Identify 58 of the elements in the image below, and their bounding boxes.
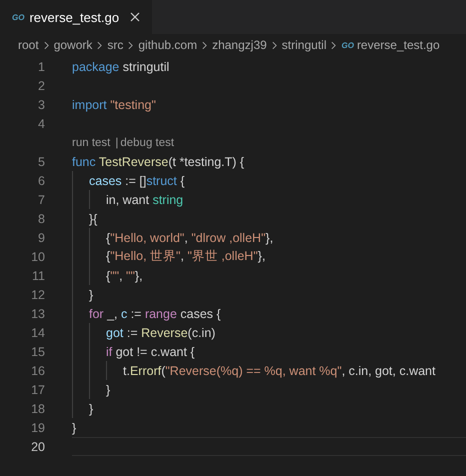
line-number: 19	[30, 420, 45, 434]
code-line: }{	[89, 212, 98, 226]
code-line: }	[72, 420, 76, 434]
line-number: 1	[37, 60, 45, 74]
line-number: 12	[30, 288, 45, 302]
code-line: }	[89, 288, 94, 302]
line-number: 17	[30, 382, 45, 396]
breadcrumb-item[interactable]: gowork	[54, 38, 92, 52]
codelens-link[interactable]: run test	[72, 136, 110, 148]
chevron-icon	[272, 40, 277, 50]
line-number: 5	[37, 154, 45, 168]
line-number: 20	[30, 440, 45, 454]
line-number: 8	[37, 212, 45, 226]
code-line: }	[106, 382, 110, 396]
code-line: {"Hello, 世界", "界世 ,olleH"},	[106, 248, 266, 265]
code-line: {"", ""},	[106, 268, 143, 282]
go-file-icon: GO	[341, 40, 354, 50]
breadcrumb-item[interactable]: reverse_test.go	[356, 38, 440, 52]
code-line: }	[89, 402, 94, 416]
code-line: if got != c.want {	[106, 344, 195, 358]
line-number: 11	[31, 268, 45, 282]
line-number: 13	[30, 306, 45, 320]
line-number: 14	[30, 326, 45, 340]
code-line: for _, c := range cases {	[89, 306, 221, 320]
breadcrumb-item[interactable]: zhangzj39	[212, 38, 267, 52]
line-number: 16	[30, 364, 45, 378]
chevron-icon	[202, 40, 208, 50]
code-line: func TestReverse(t *testing.T) {	[72, 154, 244, 168]
breadcrumb-item[interactable]: github.com	[138, 38, 198, 52]
line-number: 15	[30, 344, 45, 358]
line-number: 3	[37, 98, 45, 112]
codelens-separator: |	[115, 136, 118, 148]
chevron-icon	[44, 40, 49, 50]
breadcrumb-item[interactable]: stringutil	[282, 38, 326, 52]
line-number: 7	[37, 192, 45, 206]
line-number: 2	[37, 78, 45, 92]
line-number: 18	[30, 402, 45, 416]
chevron-icon	[97, 40, 102, 50]
chevron-icon	[128, 40, 134, 50]
go-file-icon: GO	[12, 12, 24, 22]
tab-label: reverse_test.go	[29, 10, 120, 24]
codelens-link[interactable]: debug test	[120, 136, 174, 148]
code-line: package stringutil	[72, 60, 170, 74]
code-line: cases := []struct {	[89, 174, 185, 188]
code-line: t.Errorf("Reverse(%q) == %q, want %q", c.in, got, c.want	[123, 364, 436, 378]
line-number: 10	[30, 250, 45, 264]
code-line: in, want string	[106, 192, 184, 206]
chevron-icon	[331, 40, 336, 50]
code-line: got := Reverse(c.in)	[106, 326, 216, 340]
line-number: 9	[37, 230, 45, 244]
editor-tab[interactable]: GO reverse_test.go	[0, 0, 152, 34]
line-number: 4	[37, 116, 45, 130]
code-line: import "testing"	[72, 98, 156, 112]
breadcrumb-item[interactable]: root	[18, 38, 39, 52]
breadcrumb-item[interactable]: src	[107, 38, 124, 52]
code-line: {"Hello, world", "dlrow ,olleH"},	[106, 230, 274, 244]
close-icon[interactable]	[130, 12, 140, 22]
line-number: 6	[37, 174, 45, 188]
